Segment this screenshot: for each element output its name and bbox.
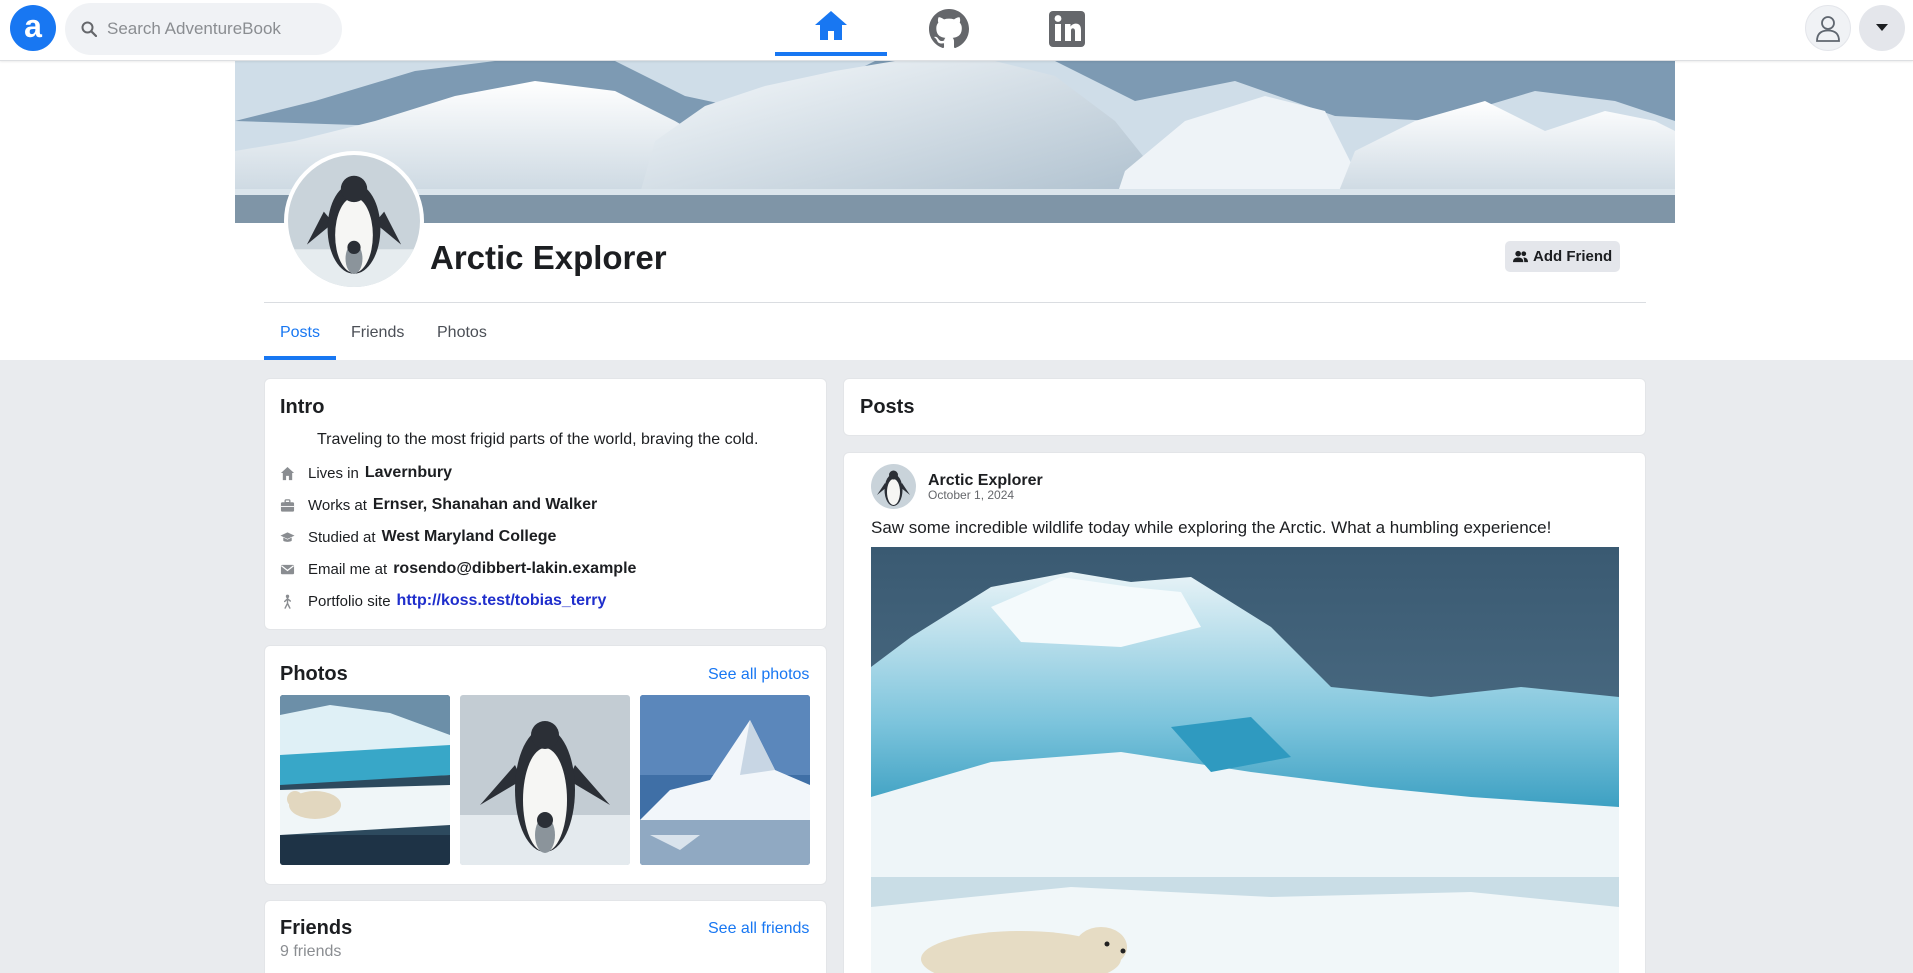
- posts-header-card: [843, 378, 1646, 436]
- photo-thumbnail[interactable]: [280, 695, 450, 865]
- add-friend-label: Add Friend: [1533, 248, 1613, 265]
- header-divider: [264, 302, 1646, 303]
- intro-label: Lives in: [308, 464, 359, 482]
- photo-thumbnail[interactable]: [460, 695, 630, 865]
- profile-name: Arctic Explorer: [430, 239, 667, 276]
- user-icon: [1816, 16, 1840, 42]
- portfolio-link[interactable]: http://koss.test/tobias_terry: [397, 592, 607, 610]
- intro-works-at: Works at Ernser, Shanahan and Walker: [280, 494, 597, 516]
- profile-header: Arctic Explorer Add Friend Posts Friends…: [0, 61, 1913, 360]
- linkedin-icon: [1049, 10, 1085, 47]
- friend-count: 9 friends: [280, 943, 342, 960]
- cover-photo: [235, 61, 1675, 223]
- intro-label: Portfolio site: [308, 592, 391, 610]
- photo-thumbnail[interactable]: [640, 695, 810, 865]
- intro-studied-at: Studied at West Maryland College: [280, 526, 556, 548]
- envelope-icon: [280, 564, 295, 574]
- post-image[interactable]: [871, 547, 1619, 973]
- caret-down-icon: [1876, 24, 1888, 31]
- intro-value: Lavernbury: [364, 464, 452, 481]
- person-icon: [283, 594, 292, 609]
- home-icon: [280, 466, 295, 480]
- intro-title: Intro: [280, 396, 325, 418]
- iceberg-image: [640, 695, 810, 865]
- post-author-avatar[interactable]: [871, 464, 916, 509]
- account-menu-button[interactable]: [1859, 5, 1905, 51]
- nav-tab-github[interactable]: [893, 0, 1005, 57]
- tab-photos[interactable]: Photos: [437, 315, 487, 360]
- account-button[interactable]: [1805, 5, 1851, 51]
- post-date: October 1, 2024: [928, 488, 1015, 502]
- intro-label: Studied at: [308, 528, 376, 546]
- nav-tab-home[interactable]: [775, 0, 887, 56]
- graduation-cap-icon: [280, 531, 295, 542]
- github-icon: [929, 8, 969, 48]
- briefcase-icon: [280, 498, 295, 512]
- profile-avatar[interactable]: [284, 151, 424, 291]
- see-all-photos-link[interactable]: See all photos: [708, 666, 809, 684]
- app-logo[interactable]: a: [10, 5, 56, 51]
- photos-title: Photos: [280, 663, 348, 685]
- polar-bear-image: [280, 695, 450, 865]
- posts-title: Posts: [860, 396, 915, 418]
- home-icon: [815, 11, 847, 40]
- post-text: Saw some incredible wildlife today while…: [871, 518, 1552, 537]
- see-all-friends-link[interactable]: See all friends: [708, 920, 809, 938]
- top-navigation-bar: a: [0, 0, 1913, 61]
- polar-bear-ice-image: [871, 547, 1619, 973]
- intro-value: West Maryland College: [381, 528, 557, 545]
- tab-friends[interactable]: Friends: [351, 315, 404, 360]
- penguin-image: [288, 155, 420, 287]
- iceberg-cover-image: [235, 61, 1675, 223]
- penguin-image: [460, 695, 630, 865]
- intro-lives-in: Lives in Lavernbury: [280, 462, 452, 484]
- nav-tab-linkedin[interactable]: [1011, 0, 1123, 57]
- tab-posts[interactable]: Posts: [264, 315, 336, 360]
- intro-value: Ernser, Shanahan and Walker: [372, 496, 598, 513]
- intro-portfolio: Portfolio site http://koss.test/tobias_t…: [280, 590, 606, 612]
- intro-bio: Traveling to the most frigid parts of th…: [317, 431, 759, 448]
- intro-label: Works at: [308, 496, 367, 514]
- user-plus-icon: [1513, 250, 1528, 263]
- friends-title: Friends: [280, 917, 353, 939]
- search-box[interactable]: [65, 3, 342, 55]
- search-icon: [81, 21, 97, 37]
- intro-value[interactable]: rosendo@dibbert-lakin.example: [393, 560, 636, 578]
- penguin-image: [871, 464, 916, 509]
- intro-label: Email me at: [308, 560, 388, 578]
- search-input[interactable]: [107, 19, 327, 39]
- add-friend-button[interactable]: Add Friend: [1505, 241, 1621, 272]
- intro-email: Email me at rosendo@dibbert-lakin.exampl…: [280, 558, 636, 580]
